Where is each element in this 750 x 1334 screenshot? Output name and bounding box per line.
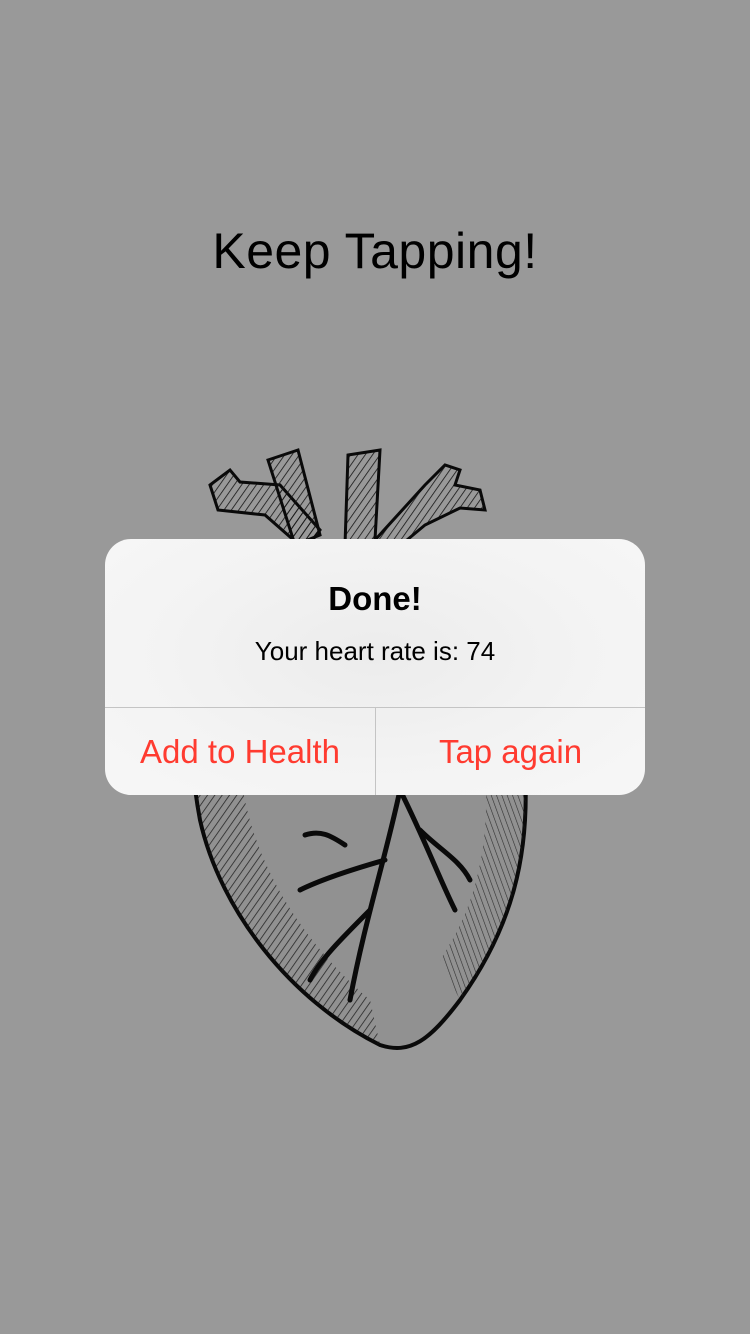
add-to-health-button[interactable]: Add to Health <box>105 708 375 795</box>
app-screen[interactable]: Keep Tapping! Done! Your heart rate is: … <box>0 0 750 1334</box>
alert-title: Done! <box>328 580 422 617</box>
tap-again-button[interactable]: Tap again <box>376 708 645 795</box>
alert-header: Done! Your heart rate is: 74 <box>105 539 645 707</box>
alert-message: Your heart rate is: 74 <box>254 636 496 666</box>
result-alert: Done! Your heart rate is: 74 Add to Heal… <box>105 539 645 795</box>
